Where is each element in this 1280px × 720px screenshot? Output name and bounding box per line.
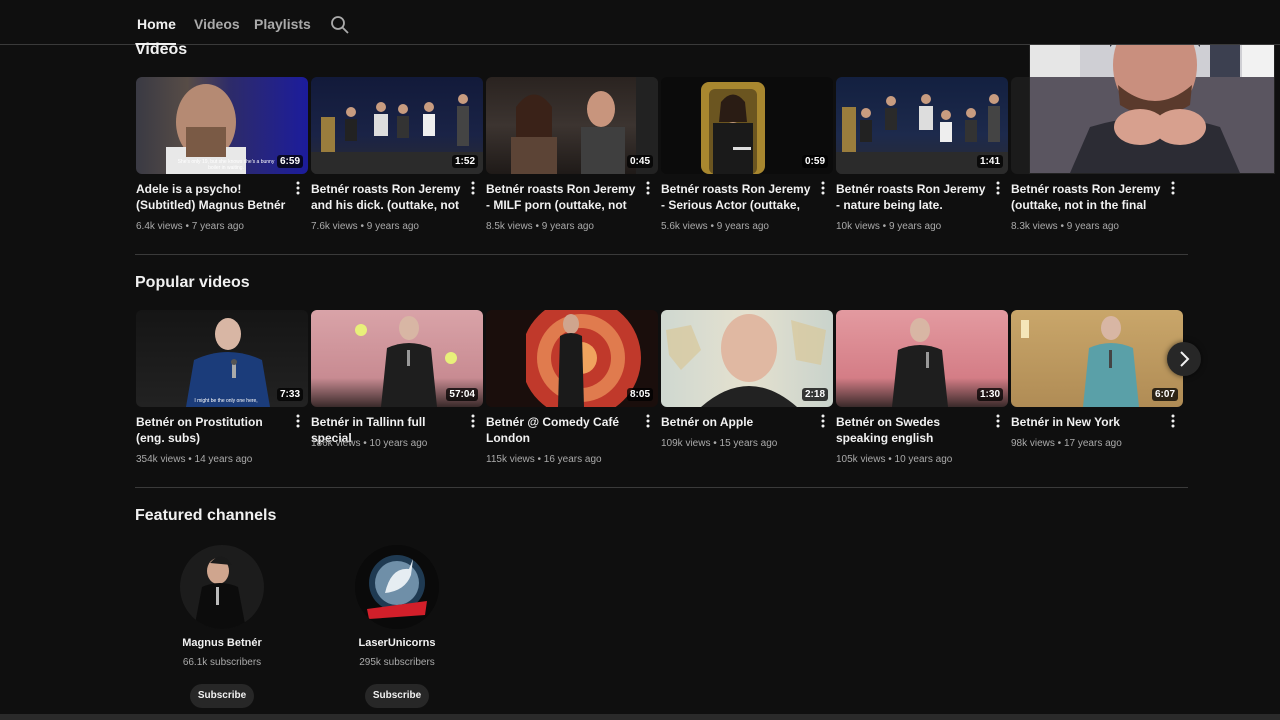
video-caption: She's only 19, but she knows she's a bun… (177, 159, 275, 171)
tab-playlists[interactable]: Playlists (254, 16, 311, 32)
video-meta: 5.6k views • 9 years ago (661, 221, 769, 232)
video-caption: I might be the only one here, (194, 398, 258, 404)
video-title[interactable]: Betnér @ Comedy Café London (486, 414, 638, 446)
more-vert-icon[interactable] (821, 414, 825, 428)
more-vert-icon[interactable] (821, 181, 825, 195)
avatar[interactable] (180, 545, 264, 629)
video-meta: 105k views • 10 years ago (836, 454, 953, 465)
avatar[interactable] (355, 545, 439, 629)
subscribe-button[interactable]: Subscribe (190, 684, 254, 708)
video-card[interactable]: 8:05 Betnér @ Comedy Café London 115k vi… (486, 310, 658, 470)
section-divider (135, 254, 1188, 255)
video-duration: 1:30 (976, 388, 1003, 401)
channel-name[interactable]: Magnus Betnér (167, 637, 277, 649)
video-card[interactable]: 1:41 Betnér roasts Ron Jeremy - nature b… (836, 77, 1008, 237)
video-title[interactable]: Adele is a psycho! (Subtitled) Magnus Be… (136, 181, 288, 213)
search-icon[interactable] (330, 15, 350, 35)
video-meta: 354k views • 14 years ago (136, 454, 253, 465)
video-title[interactable]: Betnér on Prostitution (eng. subs) (136, 414, 288, 446)
video-card[interactable]: 2:18 Betnér on Apple 109k views • 15 yea… (661, 310, 833, 470)
video-card[interactable]: 0:59 Betnér roasts Ron Jeremy - Serious … (661, 77, 833, 237)
video-meta: 6.4k views • 7 years ago (136, 221, 244, 232)
video-thumbnail[interactable]: 8:05 (486, 310, 658, 407)
channel-tab-bar: Home Videos Playlists (0, 0, 1280, 45)
video-duration: 57:04 (446, 388, 478, 401)
video-title[interactable]: Betnér roasts Ron Jeremy (outtake, not i… (1011, 181, 1163, 213)
chevron-right-icon (1180, 351, 1190, 367)
video-duration: 2:18 (801, 388, 828, 401)
more-vert-icon[interactable] (471, 181, 475, 195)
video-thumbnail[interactable]: She's only 19, but she knows she's a bun… (136, 77, 308, 174)
channel-name[interactable]: LaserUnicorns (342, 637, 452, 649)
video-duration: 0:59 (801, 155, 828, 168)
more-vert-icon[interactable] (296, 181, 300, 195)
more-vert-icon[interactable] (1171, 181, 1175, 195)
video-duration: 6:59 (276, 155, 303, 168)
video-thumbnail[interactable]: 1:52 (311, 77, 483, 174)
video-thumbnail[interactable]: 2:18 (661, 310, 833, 407)
video-thumbnail[interactable]: I might be the only one here, 7:33 (136, 310, 308, 407)
section-title-featured: Featured channels (135, 507, 277, 524)
more-vert-icon[interactable] (996, 414, 1000, 428)
tab-home[interactable]: Home (137, 16, 176, 45)
bottom-bar (0, 714, 1280, 720)
video-thumbnail[interactable]: 0:59 (661, 77, 833, 174)
video-duration: 8:05 (626, 388, 653, 401)
video-meta: 186k views • 10 years ago (311, 438, 428, 449)
channel-card[interactable]: LaserUnicorns 295k subscribers Subscribe (342, 545, 452, 708)
video-card[interactable]: 1:52 Betnér roasts Ron Jeremy and his di… (311, 77, 483, 237)
video-duration: 7:33 (276, 388, 303, 401)
video-title[interactable]: Betnér roasts Ron Jeremy and his dick. (… (311, 181, 463, 213)
video-duration: 0:45 (626, 155, 653, 168)
video-thumbnail[interactable]: 57:04 (311, 310, 483, 407)
video-meta: 10k views • 9 years ago (836, 221, 942, 232)
video-meta: 8.5k views • 9 years ago (486, 221, 594, 232)
video-thumbnail[interactable]: 6:07 (1011, 310, 1183, 407)
video-card[interactable]: 57:04 Betnér in Tallinn full special 186… (311, 310, 483, 470)
video-thumbnail[interactable]: 1:30 (836, 310, 1008, 407)
video-meta: 109k views • 15 years ago (661, 438, 778, 449)
video-card[interactable]: She's only 19, but she knows she's a bun… (136, 77, 308, 237)
more-vert-icon[interactable] (471, 414, 475, 428)
video-thumbnail[interactable]: 1:41 (836, 77, 1008, 174)
video-duration: 1:52 (451, 155, 478, 168)
video-card[interactable]: I might be the only one here, 7:33 Betné… (136, 310, 308, 470)
more-vert-icon[interactable] (646, 414, 650, 428)
video-meta: 8.3k views • 9 years ago (1011, 221, 1119, 232)
video-title[interactable]: Betnér on Apple (661, 414, 813, 430)
section-title-videos[interactable]: Videos (135, 41, 187, 59)
video-title[interactable]: Betnér in New York (1011, 414, 1163, 430)
popular-shelf: I might be the only one here, 7:33 Betné… (136, 310, 1186, 470)
video-title[interactable]: Betnér roasts Ron Jeremy - nature being … (836, 181, 988, 213)
video-meta: 98k views • 17 years ago (1011, 438, 1122, 449)
more-vert-icon[interactable] (646, 181, 650, 195)
video-card[interactable]: 1:30 Betnér on Swedes speaking english 1… (836, 310, 1008, 470)
video-duration: 1:41 (976, 155, 1003, 168)
subscribe-button[interactable]: Subscribe (365, 684, 429, 708)
video-meta: 115k views • 16 years ago (486, 454, 602, 465)
video-card[interactable]: 0:45 Betnér roasts Ron Jeremy - MILF por… (486, 77, 658, 237)
tab-videos[interactable]: Videos (194, 16, 240, 32)
more-vert-icon[interactable] (296, 414, 300, 428)
shelf-next-button[interactable] (1167, 342, 1201, 376)
channel-card[interactable]: Magnus Betnér 66.1k subscribers Subscrib… (167, 545, 277, 708)
channel-subscribers: 295k subscribers (359, 657, 435, 668)
video-thumbnail[interactable]: 0:45 (486, 77, 658, 174)
video-title[interactable]: Betnér roasts Ron Jeremy - Serious Actor… (661, 181, 813, 213)
video-meta: 7.6k views • 9 years ago (311, 221, 419, 232)
section-divider (135, 487, 1188, 488)
video-title[interactable]: Betnér on Swedes speaking english (836, 414, 988, 446)
channel-subscribers: 66.1k subscribers (182, 657, 262, 668)
video-duration: 6:07 (1151, 388, 1178, 401)
video-card[interactable]: 6:07 Betnér in New York 98k views • 17 y… (1011, 310, 1183, 470)
video-title[interactable]: Betnér roasts Ron Jeremy - MILF porn (ou… (486, 181, 638, 213)
more-vert-icon[interactable] (1171, 414, 1175, 428)
section-title-popular[interactable]: Popular videos (135, 274, 250, 292)
more-vert-icon[interactable] (996, 181, 1000, 195)
